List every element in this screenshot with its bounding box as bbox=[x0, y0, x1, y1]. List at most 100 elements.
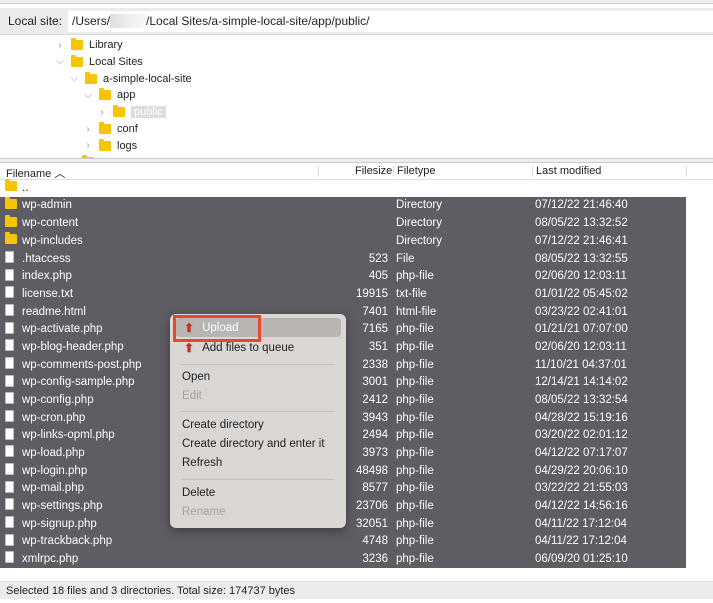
chevron-right-icon[interactable]: › bbox=[82, 124, 94, 135]
file-type: php-file bbox=[396, 411, 434, 424]
file-name: wp-content bbox=[22, 217, 79, 230]
menu-item-open[interactable]: Open bbox=[182, 368, 210, 386]
file-list-header: Filename ︿ Filesize Filetype Last modifi… bbox=[0, 163, 713, 180]
file-row[interactable]: .htaccess 523 File 08/05/22 13:32:55 bbox=[0, 249, 686, 268]
file-icon bbox=[5, 374, 14, 390]
file-type: Directory bbox=[396, 217, 443, 230]
chevron-down-icon[interactable]: ⌵ bbox=[82, 90, 94, 101]
status-bar: Selected 18 files and 3 directories. Tot… bbox=[0, 581, 713, 599]
chevron-right-icon[interactable]: › bbox=[96, 107, 108, 118]
add-to-queue-icon: ⬆ bbox=[184, 341, 195, 355]
file-modified: 04/11/22 17:12:04 bbox=[535, 535, 627, 548]
file-icon bbox=[5, 516, 14, 531]
column-last-modified[interactable]: Last modified bbox=[536, 165, 601, 177]
menu-item-create-directory[interactable]: Create directory bbox=[182, 416, 264, 434]
file-name: wp-load.php bbox=[22, 446, 85, 459]
local-site-path-input[interactable]: /Users/ /Local Sites/a-simple-local-site/… bbox=[68, 10, 713, 32]
menu-item-edit: Edit bbox=[182, 390, 202, 402]
file-size: 3236 bbox=[362, 552, 388, 565]
tree-item[interactable]: › public bbox=[96, 104, 166, 120]
file-type: php-file bbox=[396, 535, 434, 548]
tree-item[interactable]: ⌵ Local Sites bbox=[54, 54, 143, 70]
folder-icon bbox=[71, 38, 83, 50]
tree-item[interactable]: › Library bbox=[54, 37, 123, 53]
file-type: php-file bbox=[396, 358, 434, 371]
file-modified: 03/23/22 02:41:01 bbox=[535, 305, 628, 318]
file-type: php-file bbox=[396, 446, 434, 459]
file-size: 4748 bbox=[362, 535, 388, 548]
tree-item-label: app bbox=[117, 89, 136, 102]
file-size: 19915 bbox=[356, 287, 388, 300]
menu-item-delete[interactable]: Delete bbox=[182, 484, 215, 502]
file-row[interactable]: wp-content Directory 08/05/22 13:32:52 bbox=[0, 214, 686, 232]
file-name: wp-mail.php bbox=[22, 482, 84, 495]
file-row[interactable]: wp-trackback.php 4748 php-file 04/11/22 17:… bbox=[0, 532, 686, 551]
file-row[interactable]: index.php 405 php-file 02/06/20 12:03:11 bbox=[0, 267, 686, 285]
file-icon bbox=[5, 445, 14, 460]
file-name: .. bbox=[22, 181, 29, 194]
file-name: wp-cron.php bbox=[22, 411, 86, 424]
file-name: wp-config-sample.php bbox=[22, 376, 135, 389]
local-directory-tree: › Library ⌵ Local Sites ⌵ a-simple-local-site… bbox=[0, 36, 713, 158]
file-row[interactable]: wp-includes Directory 07/12/22 21:46:41 bbox=[0, 232, 686, 250]
file-type: File bbox=[396, 252, 415, 265]
highlight-annotation-box bbox=[173, 315, 261, 342]
folder-icon bbox=[71, 54, 83, 67]
tree-item-label: Local Sites bbox=[89, 55, 143, 68]
file-icon bbox=[5, 480, 14, 496]
file-type: php-file bbox=[396, 464, 434, 477]
file-row[interactable]: wp-admin Directory 07/12/22 21:46:40 bbox=[0, 196, 686, 215]
file-type: php-file bbox=[396, 499, 434, 512]
file-name: wp-config.php bbox=[22, 393, 94, 406]
file-icon bbox=[5, 498, 14, 513]
tree-item[interactable]: › logs bbox=[82, 138, 137, 154]
file-name: wp-activate.php bbox=[22, 323, 103, 336]
tree-item[interactable]: ⌵ app bbox=[82, 87, 135, 103]
column-filesize[interactable]: Filesize bbox=[355, 165, 392, 177]
tree-item[interactable]: ⌵ a-simple-local-site bbox=[68, 71, 192, 87]
local-site-bar: Local site: /Users/ /Local Sites/a-simple… bbox=[0, 8, 713, 35]
file-size: 23706 bbox=[356, 499, 388, 512]
file-icon bbox=[5, 392, 14, 407]
top-border bbox=[0, 0, 713, 4]
file-row[interactable]: xmlrpc.php 3236 php-file 06/09/20 01:25:10 bbox=[0, 550, 686, 568]
file-type: php-file bbox=[396, 393, 434, 406]
file-modified: 04/28/22 15:19:16 bbox=[535, 411, 628, 424]
redacted-username bbox=[110, 14, 147, 28]
file-modified: 11/10/21 04:37:01 bbox=[535, 358, 627, 371]
menu-item-create-directory-and-enter[interactable]: Create directory and enter it bbox=[182, 435, 325, 453]
path-prefix: /Users/ bbox=[72, 14, 111, 28]
file-modified: 04/12/22 07:17:07 bbox=[535, 446, 628, 459]
file-row[interactable]: .. bbox=[0, 179, 686, 197]
chevron-down-icon[interactable]: ⌵ bbox=[68, 73, 80, 84]
tree-item-label: public bbox=[131, 106, 166, 119]
tree-item[interactable]: › conf bbox=[82, 121, 138, 137]
menu-separator bbox=[181, 479, 335, 480]
file-name: wp-signup.php bbox=[22, 517, 97, 530]
file-modified: 03/20/22 02:01:12 bbox=[535, 429, 628, 442]
chevron-right-icon[interactable]: › bbox=[82, 140, 94, 151]
folder-icon bbox=[99, 122, 111, 134]
file-icon bbox=[5, 551, 14, 566]
file-name: wp-includes bbox=[22, 234, 83, 247]
add-to-queue-label: Add files to queue bbox=[202, 342, 295, 354]
file-icon bbox=[5, 286, 14, 301]
file-modified: 04/12/22 14:56:16 bbox=[535, 499, 628, 512]
file-icon bbox=[5, 268, 14, 284]
file-type: html-file bbox=[396, 305, 437, 318]
file-type: php-file bbox=[396, 323, 434, 336]
file-row[interactable]: license.txt 19915 txt-file 01/01/22 05:45:0… bbox=[0, 285, 686, 303]
menu-item-refresh[interactable]: Refresh bbox=[182, 454, 222, 472]
file-type: txt-file bbox=[396, 287, 427, 300]
menu-item-add-files-to-queue[interactable]: ⬆ Add files to queue bbox=[184, 339, 294, 357]
file-modified: 01/01/22 05:45:02 bbox=[535, 287, 628, 300]
column-filetype[interactable]: Filetype bbox=[397, 165, 436, 177]
file-size: 2494 bbox=[362, 429, 388, 442]
file-modified: 07/12/22 21:46:40 bbox=[535, 199, 628, 212]
file-type: php-file bbox=[396, 429, 434, 442]
chevron-right-icon[interactable]: › bbox=[54, 40, 66, 51]
chevron-down-icon[interactable]: ⌵ bbox=[54, 56, 66, 67]
file-size: 8577 bbox=[362, 482, 388, 495]
column-separator bbox=[318, 166, 319, 177]
folder-icon bbox=[5, 179, 17, 194]
